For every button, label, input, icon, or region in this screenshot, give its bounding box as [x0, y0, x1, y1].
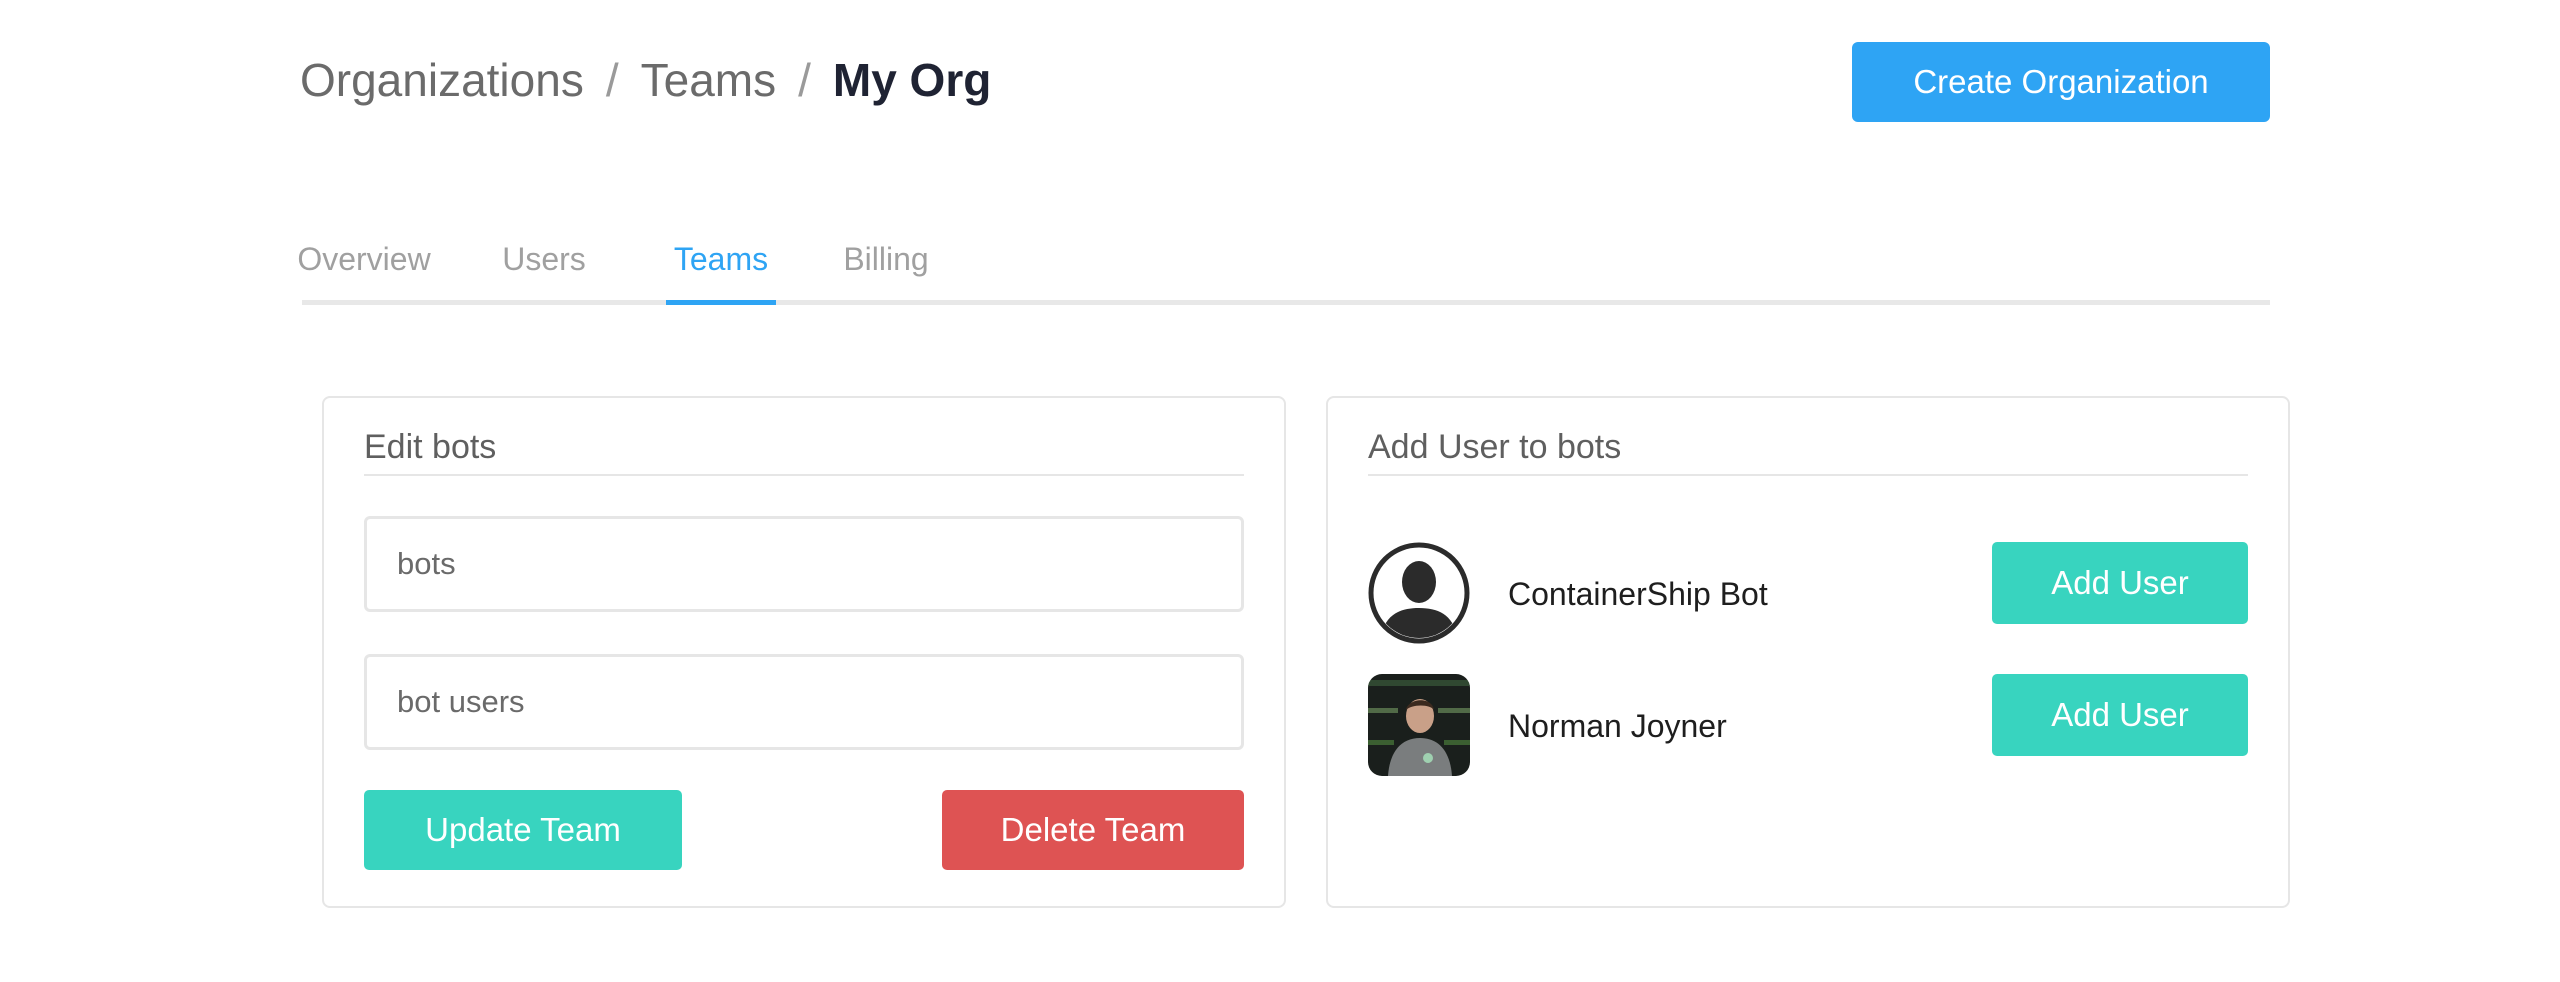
tab-bar: Overview Users Teams Billing	[297, 218, 2270, 306]
breadcrumb-current: My Org	[832, 54, 992, 106]
tab-billing[interactable]: Billing	[843, 218, 928, 300]
breadcrumb-separator: /	[798, 54, 811, 106]
tab-teams[interactable]: Teams	[666, 218, 776, 305]
edit-team-title: Edit bots	[364, 428, 497, 466]
user-photo-avatar	[1368, 674, 1470, 776]
user-name: ContainerShip Bot	[1508, 575, 1768, 612]
tab-users[interactable]: Users	[502, 218, 586, 300]
tab-teams-label: Teams	[673, 240, 769, 277]
breadcrumb-teams[interactable]: Teams	[641, 53, 776, 107]
team-description-input[interactable]	[364, 654, 1244, 750]
add-user-card: Add User to bots ContainerShip Bot Add U…	[1326, 396, 2290, 908]
breadcrumb-organizations[interactable]: Organizations	[300, 53, 584, 107]
default-avatar-icon	[1368, 542, 1470, 644]
update-team-button[interactable]: Update Team	[364, 790, 682, 870]
add-user-button[interactable]: Add User	[1992, 542, 2248, 624]
delete-team-button[interactable]: Delete Team	[942, 790, 1244, 870]
list-item: Norman Joyner Add User	[1368, 674, 2248, 778]
page: Organizations / Teams / My Org Create Or…	[0, 0, 2560, 982]
list-item: ContainerShip Bot Add User	[1368, 542, 2248, 646]
team-name-input[interactable]	[364, 516, 1244, 612]
card-divider	[1368, 474, 2248, 476]
edit-team-card: Edit bots Update Team Delete Team	[322, 396, 1286, 908]
add-user-button[interactable]: Add User	[1992, 674, 2248, 756]
add-user-title: Add User to bots	[1368, 428, 1622, 466]
tab-overview[interactable]: Overview	[297, 218, 430, 300]
card-divider	[364, 474, 1244, 476]
breadcrumb: Organizations / Teams / My Org	[300, 50, 991, 110]
create-organization-button[interactable]: Create Organization	[1852, 42, 2270, 122]
tab-bar-divider	[302, 300, 2270, 305]
user-name: Norman Joyner	[1508, 707, 1727, 744]
breadcrumb-separator: /	[605, 54, 619, 106]
active-tab-indicator	[666, 300, 776, 305]
